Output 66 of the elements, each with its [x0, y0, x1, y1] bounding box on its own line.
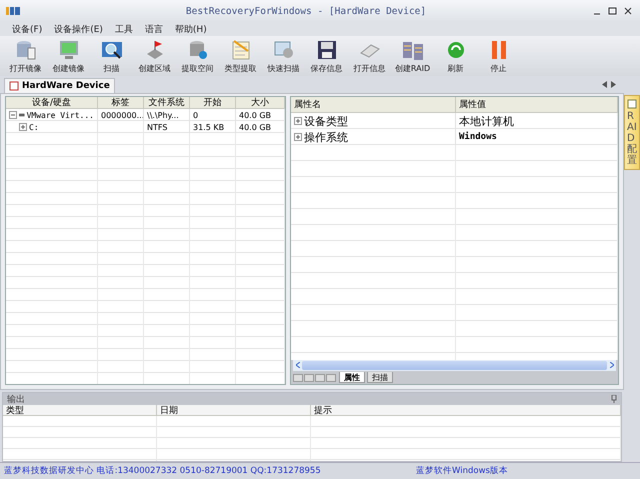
column-header[interactable]: 标签: [98, 97, 144, 109]
document-tab[interactable]: HardWare Device: [4, 78, 115, 93]
toolbar-button[interactable]: 快速扫描: [262, 37, 305, 75]
scroll-left-icon[interactable]: [602, 81, 607, 88]
window-title: BestRecoveryForWindows - [HardWare Device]: [184, 6, 428, 16]
sheet-tab[interactable]: 属性: [339, 372, 365, 383]
table-cell: NTFS: [144, 121, 190, 133]
menu-item[interactable]: 设备(F): [12, 22, 42, 36]
toolbar-button[interactable]: 类型提取: [219, 37, 262, 75]
column-header[interactable]: 属性名: [291, 97, 456, 113]
table-cell: 40.0 GB: [236, 109, 285, 121]
property-name: 设备类型: [291, 113, 456, 129]
table-cell: 40.0 GB: [236, 121, 285, 133]
device-name: C:: [29, 122, 39, 132]
expand-icon[interactable]: [294, 133, 302, 141]
sheet-tab[interactable]: 扫描: [367, 372, 393, 383]
toolbar-button[interactable]: 扫描: [90, 37, 133, 75]
toolbar-button[interactable]: 停止: [477, 37, 520, 75]
toolbar-button[interactable]: 保存信息: [305, 37, 348, 75]
database-icon: [14, 38, 36, 60]
column-header[interactable]: 属性值: [456, 97, 618, 113]
table-cell: \\.\Phy...: [144, 109, 190, 121]
column-header[interactable]: 提示: [311, 405, 621, 416]
column-header[interactable]: 大小: [236, 97, 285, 109]
status-text: 蓝梦软件Windows版本: [416, 465, 508, 477]
expand-icon[interactable]: [19, 123, 27, 131]
window-controls-icon[interactable]: [592, 7, 634, 15]
menu-item[interactable]: 帮助(H): [174, 22, 207, 36]
column-header[interactable]: 文件系统: [144, 97, 190, 109]
floppy-icon: [316, 38, 338, 60]
side-tab[interactable]: RAID配置: [624, 95, 640, 170]
column-header[interactable]: 设备/硬盘: [6, 97, 98, 109]
notepad-icon: [230, 38, 252, 60]
scroll-right-icon[interactable]: [611, 81, 616, 88]
toolbar-button[interactable]: 创建镜像: [47, 37, 90, 75]
property-value: 本地计算机: [456, 113, 618, 129]
expand-icon[interactable]: [294, 117, 302, 125]
scroll-left-icon[interactable]: [296, 362, 300, 368]
app-logo-icon: [6, 7, 20, 15]
property-name: 操作系统: [291, 129, 456, 145]
device-name: VMware Virt...: [26, 110, 94, 120]
horizontal-scrollbar[interactable]: [293, 360, 616, 371]
hard-drive-icon: [19, 112, 25, 118]
toolbar-button[interactable]: 创建区域: [133, 37, 176, 75]
menu-item[interactable]: 语言: [144, 22, 163, 36]
menu-item[interactable]: 设备操作(E): [54, 22, 103, 36]
column-header[interactable]: 类型: [3, 405, 157, 416]
toolbar-button[interactable]: 刷新: [434, 37, 477, 75]
monitor-icon: [58, 38, 80, 60]
collapse-icon[interactable]: [9, 111, 17, 119]
table-cell: 31.5 KB: [190, 121, 236, 133]
toolbar-button[interactable]: 打开镜像: [4, 37, 47, 75]
column-header[interactable]: 开始: [190, 97, 236, 109]
toolbar-button[interactable]: 创建RAID: [391, 37, 434, 75]
panel-title: 输出: [7, 394, 25, 406]
menu-item[interactable]: 工具: [114, 22, 133, 36]
table-cell: 0000000...: [98, 109, 144, 121]
window-icon: [272, 38, 294, 60]
scroll-right-icon[interactable]: [610, 362, 614, 368]
property-value: Windows: [456, 129, 618, 145]
toolbar-button[interactable]: 打开信息: [348, 37, 391, 75]
status-text: 蓝梦科技数据研发中心 电话:13400027332 0510-82719001 QQ:1731278955: [4, 465, 322, 477]
column-header[interactable]: 日期: [157, 405, 311, 416]
pin-icon[interactable]: [611, 395, 617, 403]
table-cell: 0: [190, 109, 236, 121]
toolbar-button[interactable]: 提取空间: [176, 37, 219, 75]
